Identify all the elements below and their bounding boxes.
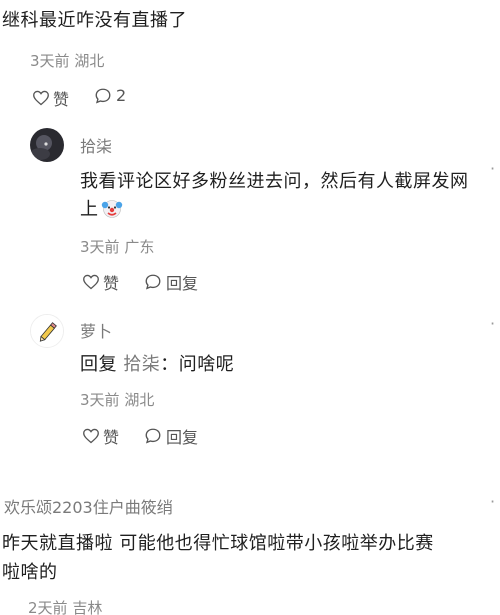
comment2-text-line1: 昨天就直播啦 可能他也得忙球馆啦带小孩啦举办比赛 xyxy=(2,533,434,554)
comment2-meta: 2天前 吉林 xyxy=(28,597,102,615)
reply1-username[interactable]: 拾柒 xyxy=(80,133,112,157)
reply2-reply-prefix: 回复 xyxy=(80,354,117,375)
reply2-like-button[interactable]: 赞 xyxy=(82,424,119,448)
reply1-location: 广东 xyxy=(124,238,155,256)
reply2-reply-to[interactable]: 拾柒 xyxy=(123,354,160,375)
comment-bubble-icon xyxy=(145,428,161,444)
reply2-text: 回复 拾柒：问啥呢 xyxy=(80,350,234,376)
reply1-reply-button[interactable]: 回复 xyxy=(144,270,198,294)
reply1-text-line1: 我看评论区好多粉丝进去问，然后有人截屏发网 xyxy=(80,171,469,192)
reply2-more-button[interactable]: · xyxy=(490,314,495,333)
comment-text: 继科最近咋没有直播了 xyxy=(2,10,187,31)
avatar-image xyxy=(30,128,64,162)
comment2-text-line2: 啦啥的 xyxy=(2,562,58,583)
reply2-body: ：问啥呢 xyxy=(160,354,235,375)
reply1-meta: 3天前 广东 xyxy=(80,236,154,257)
reply1-like-label: 赞 xyxy=(103,274,120,293)
comment2-username[interactable]: 欢乐颂2203住户曲筱绡 xyxy=(4,494,173,518)
comment-like-button[interactable]: 赞 xyxy=(32,86,69,110)
comment-reply-count: 2 xyxy=(116,86,127,105)
reply2-time: 3天前 xyxy=(80,391,120,409)
comment2-location: 吉林 xyxy=(72,599,103,615)
reply1-more-button[interactable]: · xyxy=(490,159,495,178)
heart-icon xyxy=(83,274,99,290)
reply2-reply-button[interactable]: 回复 xyxy=(144,424,198,448)
reply2-reply-label: 回复 xyxy=(166,428,199,447)
avatar[interactable] xyxy=(30,128,64,162)
clown-face-icon xyxy=(101,197,123,219)
reply1-text-line2-wrap: 上 xyxy=(80,195,123,221)
reply2-location: 湖北 xyxy=(124,391,155,409)
reply2-username[interactable]: 萝卜 xyxy=(80,318,112,342)
reply2-meta: 3天前 湖北 xyxy=(80,389,154,410)
reply1-time: 3天前 xyxy=(80,238,120,256)
comment-time: 3天前 xyxy=(30,52,70,70)
avatar[interactable] xyxy=(30,314,64,348)
heart-icon xyxy=(83,428,99,444)
pencil-avatar-icon xyxy=(31,315,63,347)
comment-like-label: 赞 xyxy=(53,90,70,109)
comment-bubble-icon xyxy=(95,88,111,104)
reply1-like-button[interactable]: 赞 xyxy=(82,270,119,294)
reply2-like-label: 赞 xyxy=(103,428,120,447)
comment2-time: 2天前 xyxy=(28,599,68,615)
reply1-reply-label: 回复 xyxy=(166,274,199,293)
comment2-more-button[interactable]: · xyxy=(490,492,495,511)
reply1-text-line2: 上 xyxy=(80,199,99,220)
comment-meta: 3天前 湖北 xyxy=(30,50,104,71)
comment-reply-button[interactable]: 2 xyxy=(94,86,126,105)
comment-bubble-icon xyxy=(145,274,161,290)
heart-icon xyxy=(33,90,49,106)
comment-location: 湖北 xyxy=(74,52,105,70)
